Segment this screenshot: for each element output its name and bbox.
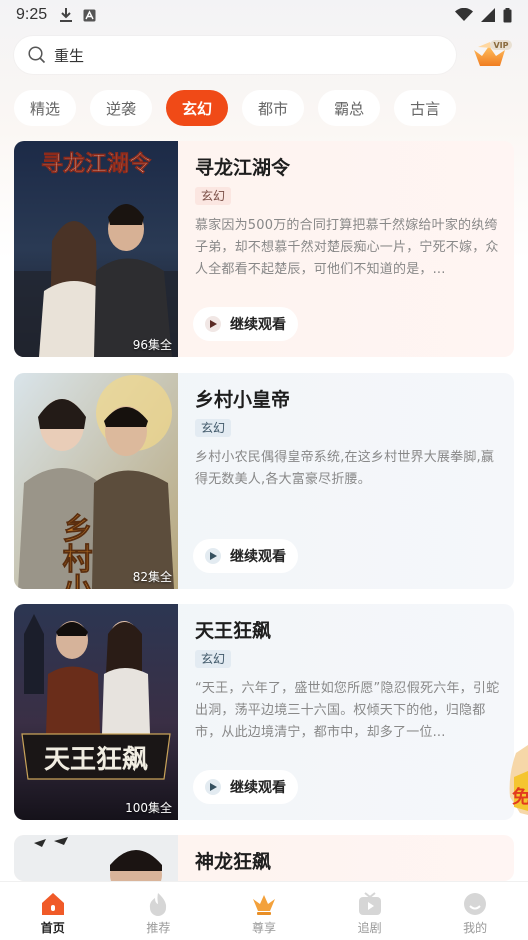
download-icon bbox=[60, 8, 73, 22]
search-input[interactable]: 重生 bbox=[14, 36, 456, 74]
cover-title: 天王狂飙 bbox=[44, 745, 148, 775]
profile-icon bbox=[464, 892, 487, 915]
drama-cover[interactable]: 天王狂飙 100集全 bbox=[14, 604, 178, 820]
genre-tag: 玄幻 bbox=[195, 650, 232, 668]
tab-xuanhuan[interactable]: 玄幻 bbox=[166, 90, 229, 126]
continue-watching-label: 继续观看 bbox=[230, 549, 286, 565]
continue-watching-label: 继续观看 bbox=[230, 780, 286, 796]
search-icon bbox=[28, 46, 46, 64]
free-badge-label: 免 bbox=[512, 786, 528, 808]
vip-crown-icon[interactable]: VIP bbox=[468, 36, 514, 74]
flame-icon bbox=[150, 892, 167, 916]
tab-guyan[interactable]: 古言 bbox=[394, 90, 457, 126]
continue-watching-label: 继续观看 bbox=[230, 317, 286, 333]
crown-icon bbox=[252, 894, 275, 915]
cover-image: 乡村小皇 bbox=[14, 373, 178, 589]
episode-count: 82集全 bbox=[132, 570, 172, 584]
drama-card[interactable]: 寻龙江湖令 96集全 寻龙江湖令 玄幻 慕家因为500万的合同打算把慕千然嫁给叶… bbox=[14, 141, 514, 357]
home-icon bbox=[41, 892, 64, 915]
bottom-nav: 首页 推荐 尊享 追剧 我的 bbox=[0, 881, 528, 940]
drama-info: 天王狂飙 玄幻 “天王，六年了，盛世如您所愿”隐忍假死六年，引蛇出洞，荡平边境三… bbox=[178, 604, 514, 820]
cover-title: 乡村小皇 bbox=[57, 513, 93, 589]
cover-image: 天王狂飙 bbox=[14, 604, 178, 820]
nav-home[interactable]: 首页 bbox=[0, 882, 106, 940]
status-bar: 9:25 bbox=[0, 0, 528, 30]
drama-description: “天王，六年了，盛世如您所愿”隐忍假死六年，引蛇出洞，荡平边境三十六国。权倾天下… bbox=[195, 681, 500, 740]
continue-watching-button[interactable]: 继续观看 bbox=[193, 307, 298, 341]
cover-image bbox=[14, 835, 178, 881]
tab-bazong[interactable]: 霸总 bbox=[318, 90, 381, 126]
cover-image: 寻龙江湖令 bbox=[14, 141, 178, 357]
drama-card[interactable]: 神龙狂飙 bbox=[14, 835, 514, 881]
play-icon bbox=[205, 316, 221, 332]
drama-title: 神龙狂飙 bbox=[195, 851, 272, 873]
tab-dushi[interactable]: 都市 bbox=[242, 90, 305, 126]
nav-following[interactable]: 追剧 bbox=[317, 882, 423, 940]
tab-nixi[interactable]: 逆袭 bbox=[90, 90, 153, 126]
wifi-icon bbox=[455, 8, 473, 21]
vip-label: VIP bbox=[493, 41, 508, 50]
drama-info: 神龙狂飙 bbox=[178, 835, 514, 881]
nav-label: 首页 bbox=[40, 920, 65, 935]
play-icon bbox=[205, 548, 221, 564]
genre-tag: 玄幻 bbox=[195, 187, 232, 205]
episode-count: 100集全 bbox=[125, 801, 172, 815]
continue-watching-button[interactable]: 继续观看 bbox=[193, 539, 298, 573]
drama-title: 乡村小皇帝 bbox=[195, 389, 291, 411]
free-gift-badge[interactable]: 免 bbox=[506, 745, 528, 815]
cover-title: 寻龙江湖令 bbox=[41, 151, 152, 177]
drama-description: 慕家因为500万的合同打算把慕千然嫁给叶家的纨绔子弟，却不想慕千然对楚辰痴心一片… bbox=[195, 218, 499, 277]
nav-recommend[interactable]: 推荐 bbox=[106, 882, 212, 940]
nav-profile[interactable]: 我的 bbox=[422, 882, 528, 940]
drama-cover[interactable] bbox=[14, 835, 178, 881]
episode-count: 96集全 bbox=[132, 338, 172, 352]
drama-card[interactable]: 天王狂飙 100集全 天王狂飙 玄幻 “天王，六年了，盛世如您所愿”隐忍假死六年… bbox=[14, 604, 514, 820]
drama-cover[interactable]: 寻龙江湖令 96集全 bbox=[14, 141, 178, 357]
drama-title: 天王狂飙 bbox=[195, 620, 272, 642]
status-time: 9:25 bbox=[16, 6, 48, 23]
play-icon bbox=[205, 779, 221, 795]
search-row: 重生 VIP bbox=[14, 36, 514, 74]
genre-tag: 玄幻 bbox=[195, 419, 232, 437]
drama-card[interactable]: 乡村小皇 82集全 乡村小皇帝 玄幻 乡村小农民偶得皇帝系统,在这乡村世界大展拳… bbox=[14, 373, 514, 589]
signal-icon bbox=[481, 8, 495, 22]
drama-cover[interactable]: 乡村小皇 82集全 bbox=[14, 373, 178, 589]
nav-label: 我的 bbox=[463, 920, 488, 935]
drama-info: 寻龙江湖令 玄幻 慕家因为500万的合同打算把慕千然嫁给叶家的纨绔子弟，却不想慕… bbox=[178, 141, 514, 357]
app-notification-icon bbox=[83, 9, 96, 21]
nav-label: 推荐 bbox=[146, 920, 171, 935]
tv-play-icon bbox=[358, 891, 381, 915]
drama-info: 乡村小皇帝 玄幻 乡村小农民偶得皇帝系统,在这乡村世界大展拳脚,赢得无数美人,各… bbox=[178, 373, 514, 589]
continue-watching-button[interactable]: 继续观看 bbox=[193, 770, 298, 804]
drama-description: 乡村小农民偶得皇帝系统,在这乡村世界大展拳脚,赢得无数美人,各大富豪尽折腰。 bbox=[195, 450, 495, 487]
nav-label: 追剧 bbox=[357, 920, 382, 935]
battery-icon bbox=[503, 7, 512, 22]
search-query: 重生 bbox=[54, 46, 85, 65]
category-tabs: 精选 逆袭 玄幻 都市 霸总 古言 bbox=[14, 90, 524, 126]
nav-label: 尊享 bbox=[251, 920, 276, 935]
tab-jingxuan[interactable]: 精选 bbox=[14, 90, 77, 126]
nav-premium[interactable]: 尊享 bbox=[211, 882, 317, 940]
drama-title: 寻龙江湖令 bbox=[195, 157, 291, 179]
